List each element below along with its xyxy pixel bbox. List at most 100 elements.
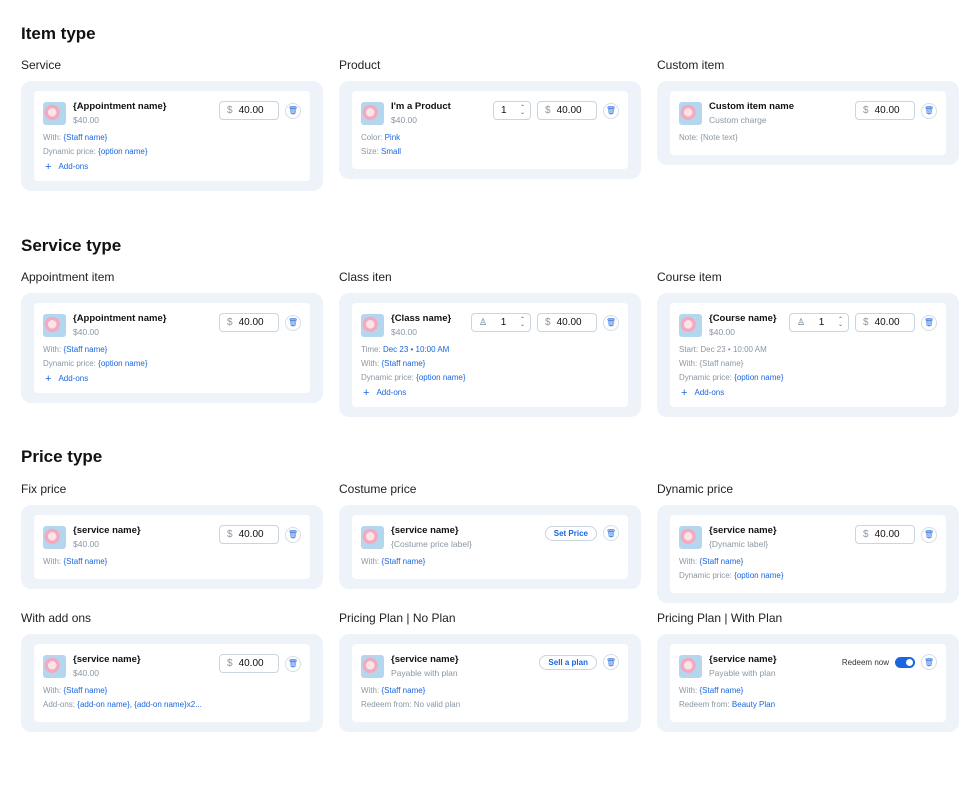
line-item-card[interactable]: {Course name} $40.00 ♙ 1 ⌃ ⌄ $40.00 🗑 Start… [670,303,946,407]
label-service: Service [21,58,62,72]
line-item-card[interactable]: Custom item name Custom charge $40.00 🗑 … [670,91,946,155]
line-item-card[interactable]: {service name} $40.00 $40.00 🗑 With: {St… [34,644,310,722]
start-line: Start: Dec 23 • 10:00 AM [679,345,767,354]
trash-icon[interactable]: 🗑 [285,102,301,119]
line-item-card[interactable]: I'm a Product $40.00 1 ⌃ ⌄ $40.00 🗑 Color:… [352,91,628,169]
item-subtitle: Payable with plan [709,668,776,678]
label-costume-price: Costume price [339,482,417,496]
size-line: Size: Small [361,147,402,156]
label-fix-price: Fix price [21,482,67,496]
with-line: With: {Staff name} [43,345,108,354]
trash-icon[interactable]: 🗑 [921,526,937,543]
label-appointment-item: Appointment item [21,270,115,284]
plus-icon: + [45,160,52,173]
item-subtitle: $40.00 [709,327,735,337]
trash-icon[interactable]: 🗑 [921,654,937,670]
item-subtitle: $40.00 [73,327,99,337]
trash-icon[interactable]: 🗑 [285,314,301,331]
price-input[interactable]: $40.00 [219,525,279,544]
item-name: {service name} [391,654,459,665]
price-input[interactable]: $40.00 [219,101,279,120]
dynamic-price-line: Dynamic price: {option name} [361,373,466,382]
add-ons-button[interactable]: + Add-ons [43,160,301,173]
item-subtitle: Payable with plan [391,668,458,678]
trash-icon[interactable]: 🗑 [285,655,301,672]
item-subtitle: Custom charge [709,115,767,125]
line-item-card[interactable]: {service name} {Dynamic label} $40.00 🗑 … [670,515,946,593]
trash-icon[interactable]: 🗑 [921,314,937,331]
dynamic-price-line: Dynamic price: {option name} [679,373,784,382]
label-product: Product [339,58,381,72]
participants-stepper[interactable]: ♙ 1 ⌃ ⌄ [471,313,531,332]
price-input[interactable]: $40.00 [219,654,279,673]
product-thumbnail [43,314,66,337]
item-subtitle: {Costume price label} [391,539,472,549]
add-ons-button[interactable]: + Add-ons [361,386,619,399]
with-line: With: {Staff name} [679,557,744,566]
redeem-line: Redeem from: No valid plan [361,700,461,709]
staff-link[interactable]: {Staff name} [63,133,107,142]
note-line: Note: {Note text} [679,133,738,142]
product-thumbnail [679,314,702,337]
label-with-add-ons: With add ons [21,611,92,625]
line-item-card[interactable]: {service name} {Costume price label} Set… [352,515,628,579]
item-name: I'm a Product [391,101,451,112]
plus-icon: + [45,372,52,385]
line-item-card[interactable]: {Appointment name} $40.00 $40.00 🗑 With:… [34,303,310,393]
line-item-card[interactable]: {Appointment name} $40.00 $40.00 🗑 With:… [34,91,310,181]
chevron-up-down-icon[interactable]: ⌃ ⌄ [520,317,525,328]
price-input[interactable]: $40.00 [855,525,915,544]
product-thumbnail [679,526,702,549]
line-item-card[interactable]: {service name} Payable with plan Sell a … [352,644,628,722]
no-plan-card-container: {service name} Payable with plan Sell a … [339,634,641,732]
label-custom-item: Custom item [657,58,725,72]
product-thumbnail [361,102,384,125]
item-subtitle: {Dynamic label} [709,539,769,549]
option-link[interactable]: {option name} [98,147,147,156]
currency-symbol: $ [227,105,233,116]
trash-icon[interactable]: 🗑 [603,102,619,119]
item-name: {Course name} [709,313,777,324]
trash-icon[interactable]: 🗑 [603,525,619,541]
product-thumbnail [43,526,66,549]
item-subtitle: $40.00 [391,115,417,125]
item-name: {service name} [391,525,459,536]
appointment-card-container: {Appointment name} $40.00 $40.00 🗑 With:… [21,293,323,403]
service-card-container: {Appointment name} $40.00 $40.00 🗑 With:… [21,81,323,191]
participants-stepper[interactable]: ♙ 1 ⌃ ⌄ [789,313,849,332]
redeem-toggle[interactable] [895,656,915,668]
dynamic-price-card-container: {service name} {Dynamic label} $40.00 🗑 … [657,505,959,603]
trash-icon[interactable]: 🗑 [921,102,937,119]
add-ons-button[interactable]: + Add-ons [43,372,301,385]
section-title-item-type: Item type [21,24,96,43]
add-ons-card-container: {service name} $40.00 $40.00 🗑 With: {St… [21,634,323,732]
section-title-price-type: Price type [21,447,103,466]
item-name: {service name} [709,525,777,536]
line-item-card[interactable]: {service name} $40.00 $40.00 🗑 With: {St… [34,515,310,579]
with-line: With: {Staff name} [43,557,108,566]
line-item-card[interactable]: {service name} Payable with plan Redeem … [670,644,946,722]
price-input[interactable]: $40.00 [219,313,279,332]
line-item-card[interactable]: {Class name} $40.00 ♙ 1 ⌃ ⌄ $40.00 🗑 Time: … [352,303,628,407]
trash-icon[interactable]: 🗑 [285,526,301,543]
time-line: Time: Dec 23 • 10:00 AM [361,345,450,354]
price-input[interactable]: $40.00 [855,101,915,120]
chevron-up-down-icon[interactable]: ⌃ ⌄ [838,317,843,328]
trash-icon[interactable]: 🗑 [603,654,619,670]
trash-icon[interactable]: 🗑 [603,314,619,331]
chevron-up-down-icon[interactable]: ⌃ ⌄ [520,105,525,116]
item-subtitle: $40.00 [73,539,99,549]
set-price-button[interactable]: Set Price [544,525,597,541]
with-line: With: {Staff name} [43,133,108,142]
plus-icon: + [363,386,370,399]
add-ons-button[interactable]: + Add-ons [679,387,937,398]
price-input[interactable]: $40.00 [537,101,597,120]
costume-price-card-container: {service name} {Costume price label} Set… [339,505,641,589]
sell-plan-button[interactable]: Sell a plan [539,654,597,670]
quantity-stepper[interactable]: 1 ⌃ ⌄ [493,101,531,120]
price-input[interactable]: $40.00 [537,313,597,332]
price-input[interactable]: $40.00 [855,313,915,332]
item-name: {Appointment name} [73,101,167,112]
dynamic-price-line: Dynamic price: {option name} [43,147,148,156]
section-title-service-type: Service type [21,236,122,255]
